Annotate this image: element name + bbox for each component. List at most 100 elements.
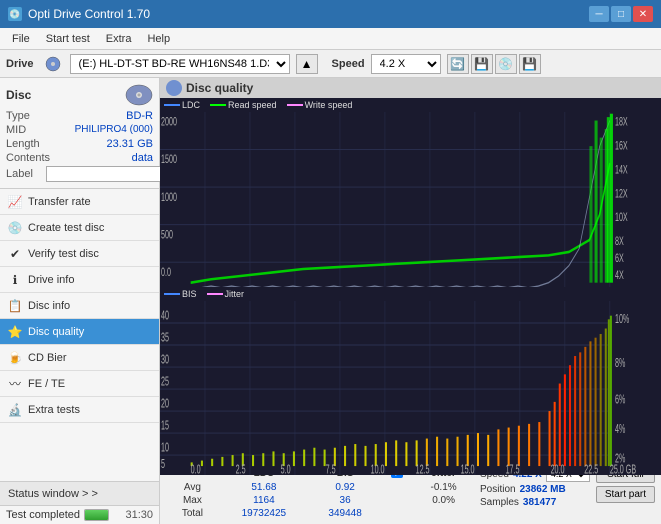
sidebar-item-label-transfer-rate: Transfer rate	[28, 196, 91, 208]
fe-te-icon: 〰	[8, 377, 22, 391]
chart-header: Disc quality	[160, 78, 661, 98]
svg-text:5.0: 5.0	[281, 463, 291, 475]
legend-write-color	[287, 104, 303, 106]
svg-text:25: 25	[161, 375, 169, 389]
speed-icon-1[interactable]: 🔄	[447, 54, 469, 74]
progress-bar-fill	[85, 510, 108, 520]
speed-icon-3[interactable]: 💿	[495, 54, 517, 74]
svg-text:4%: 4%	[615, 423, 625, 437]
speed-icon-2[interactable]: 💾	[471, 54, 493, 74]
nav-items: 📈 Transfer rate 💿 Create test disc ✔ Ver…	[0, 189, 159, 423]
svg-text:12X: 12X	[615, 188, 628, 201]
create-test-disc-icon: 💿	[8, 221, 22, 235]
statusbar: Status window > > Test completed 31:30	[0, 481, 159, 524]
chart-title: Disc quality	[186, 81, 253, 95]
close-button[interactable]: ✕	[633, 6, 653, 22]
svg-text:7.5: 7.5	[326, 463, 336, 475]
sidebar-item-label-cd-bier: CD Bier	[28, 352, 67, 364]
disc-panel: Disc Type BD-R MID PHILIPRO4 (000) Lengt…	[0, 78, 159, 189]
top-chart-legend: LDC Read speed Write speed	[160, 98, 661, 112]
top-chart: LDC Read speed Write speed	[160, 98, 661, 287]
speed-label: Speed	[332, 58, 365, 70]
sidebar-item-disc-info[interactable]: 📋 Disc info	[0, 293, 159, 319]
svg-text:10.0: 10.0	[371, 463, 385, 475]
minimize-button[interactable]: ─	[589, 6, 609, 22]
legend-read: Read speed	[210, 100, 277, 110]
sidebar-item-label-disc-info: Disc info	[28, 300, 70, 312]
maximize-button[interactable]: □	[611, 6, 631, 22]
eject-button[interactable]: ▲	[296, 54, 318, 74]
max-bis-value: 36	[309, 494, 381, 507]
disc-panel-icon	[125, 84, 153, 106]
bottom-chart-legend: BIS Jitter	[160, 287, 661, 301]
svg-text:0.0: 0.0	[191, 463, 201, 475]
svg-text:30: 30	[161, 353, 169, 367]
main-layout: Disc Type BD-R MID PHILIPRO4 (000) Lengt…	[0, 78, 661, 524]
disc-type-row: Type BD-R	[6, 110, 153, 122]
sidebar-item-disc-quality[interactable]: ⭐ Disc quality	[0, 319, 159, 345]
speed-select[interactable]: 4.2 X	[371, 54, 441, 74]
menu-extra[interactable]: Extra	[98, 31, 140, 47]
svg-text:6X: 6X	[615, 252, 624, 265]
disc-mid-row: MID PHILIPRO4 (000)	[6, 124, 153, 136]
progress-bar	[84, 509, 109, 521]
position-label: Position	[480, 484, 516, 495]
extra-tests-icon: 🔬	[8, 403, 22, 417]
samples-label: Samples	[480, 497, 519, 508]
speed-icon-4[interactable]: 💾	[519, 54, 541, 74]
window-controls: ─ □ ✕	[589, 6, 653, 22]
status-label: Test completed	[6, 509, 80, 521]
legend-jitter: Jitter	[207, 289, 245, 299]
legend-bis-color	[164, 293, 180, 295]
sidebar-item-transfer-rate[interactable]: 📈 Transfer rate	[0, 189, 159, 215]
sidebar-item-label-disc-quality: Disc quality	[28, 326, 84, 338]
svg-text:20.0: 20.0	[551, 463, 565, 475]
svg-text:18X: 18X	[615, 116, 628, 129]
status-time: 31:30	[113, 509, 153, 521]
disc-type-value: BD-R	[126, 110, 153, 122]
svg-text:8%: 8%	[615, 357, 625, 371]
disc-title: Disc	[6, 88, 31, 102]
start-part-button[interactable]: Start part	[596, 486, 655, 503]
drive-info-icon: ℹ	[8, 273, 22, 287]
samples-row: Samples 381477	[480, 497, 590, 508]
transfer-rate-icon: 📈	[8, 195, 22, 209]
sidebar-item-extra-tests[interactable]: 🔬 Extra tests	[0, 397, 159, 423]
max-jitter-value: 0.0%	[413, 494, 474, 507]
disc-contents-row: Contents data	[6, 152, 153, 164]
svg-text:6%: 6%	[615, 394, 625, 408]
svg-text:25.0 GB: 25.0 GB	[610, 463, 636, 475]
svg-text:10%: 10%	[615, 313, 629, 327]
drive-select[interactable]: (E:) HL-DT-ST BD-RE WH16NS48 1.D3	[70, 54, 290, 74]
menu-file[interactable]: File	[4, 31, 38, 47]
menu-help[interactable]: Help	[139, 31, 178, 47]
legend-read-label: Read speed	[228, 100, 277, 110]
svg-text:35: 35	[161, 331, 169, 345]
sidebar-item-create-test-disc[interactable]: 💿 Create test disc	[0, 215, 159, 241]
sidebar-item-drive-info[interactable]: ℹ Drive info	[0, 267, 159, 293]
svg-text:12.5: 12.5	[416, 463, 430, 475]
max-ldc-value: 1164	[219, 494, 309, 507]
legend-ldc-label: LDC	[182, 100, 200, 110]
disc-mid-label: MID	[6, 124, 26, 136]
sidebar-item-fe-te[interactable]: 〰 FE / TE	[0, 371, 159, 397]
svg-text:40: 40	[161, 309, 169, 323]
legend-bis-label: BIS	[182, 289, 197, 299]
sidebar-item-verify-test-disc[interactable]: ✔ Verify test disc	[0, 241, 159, 267]
disc-quality-icon: ⭐	[8, 325, 22, 339]
bottom-chart: BIS Jitter	[160, 287, 661, 461]
sidebar-item-cd-bier[interactable]: 🍺 CD Bier	[0, 345, 159, 371]
drive-disc-icon	[44, 55, 62, 73]
status-completed-row: Test completed 31:30	[0, 506, 159, 524]
status-window-button[interactable]: Status window > >	[0, 482, 159, 506]
legend-bis: BIS	[164, 289, 197, 299]
svg-text:15.0: 15.0	[461, 463, 475, 475]
menu-start-test[interactable]: Start test	[38, 31, 98, 47]
legend-write-label: Write speed	[305, 100, 353, 110]
verify-test-disc-icon: ✔	[8, 247, 22, 261]
disc-type-label: Type	[6, 110, 30, 122]
sidebar-item-label-verify-test-disc: Verify test disc	[28, 248, 99, 260]
legend-write: Write speed	[287, 100, 353, 110]
avg-jitter-value: -0.1%	[413, 481, 474, 494]
avg-ldc-value: 51.68	[219, 481, 309, 494]
